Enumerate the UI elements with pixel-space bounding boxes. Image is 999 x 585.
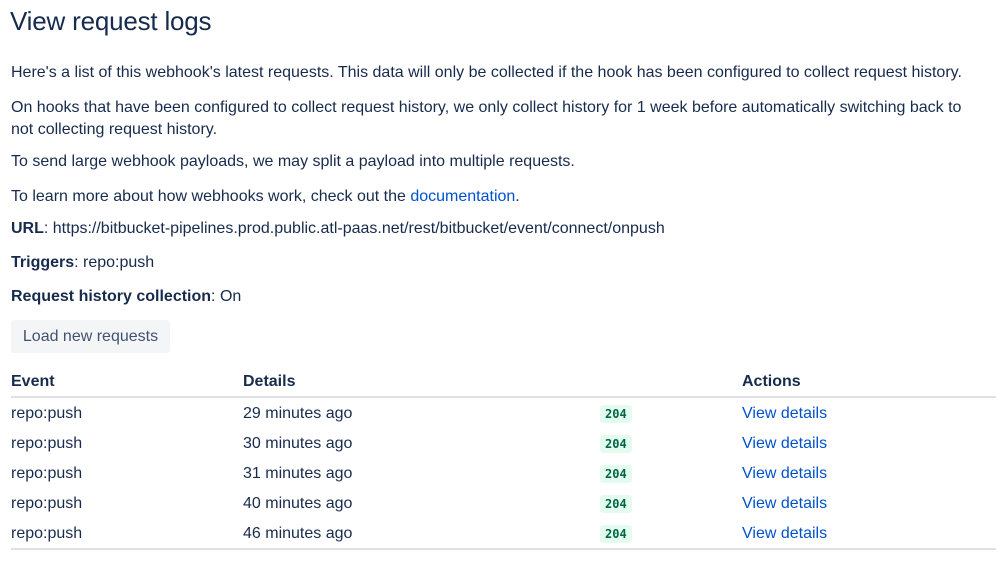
view-details-link[interactable]: View details bbox=[742, 494, 827, 514]
table-row: repo:push 31 minutes ago 204 View detail… bbox=[11, 458, 996, 488]
table-row: repo:push 30 minutes ago 204 View detail… bbox=[11, 428, 996, 458]
triggers-field: Triggers: repo:push bbox=[11, 254, 155, 271]
status-cell: 204 bbox=[600, 404, 632, 424]
table-row: repo:push 29 minutes ago 204 View detail… bbox=[11, 398, 996, 428]
table-row: repo:push 40 minutes ago 204 View detail… bbox=[11, 488, 996, 518]
status-badge: 204 bbox=[600, 495, 632, 513]
view-details-link[interactable]: View details bbox=[742, 464, 827, 484]
history-collection-field: Request history collection: On bbox=[11, 288, 242, 305]
documentation-link[interactable]: documentation bbox=[410, 188, 515, 205]
event-cell: repo:push bbox=[11, 435, 83, 452]
status-cell: 204 bbox=[600, 464, 632, 484]
history-collection-value: On bbox=[219, 288, 242, 305]
details-cell: 30 minutes ago bbox=[243, 435, 353, 452]
table-header: Event Details Actions bbox=[11, 368, 996, 398]
triggers-label: Triggers bbox=[11, 254, 75, 271]
triggers-value: repo:push bbox=[83, 254, 155, 271]
header-details: Details bbox=[243, 373, 296, 390]
event-cell: repo:push bbox=[11, 405, 83, 422]
status-badge: 204 bbox=[600, 405, 632, 423]
url-label: URL bbox=[11, 220, 44, 237]
status-badge: 204 bbox=[600, 465, 632, 483]
event-cell: repo:push bbox=[11, 525, 83, 542]
status-cell: 204 bbox=[600, 434, 632, 454]
view-details-link[interactable]: View details bbox=[742, 434, 827, 454]
details-cell: 46 minutes ago bbox=[243, 525, 353, 542]
status-badge: 204 bbox=[600, 525, 632, 543]
intro-paragraph: Here's a list of this webhook's latest r… bbox=[11, 64, 962, 81]
learn-more-text: To learn more about how webhooks work, c… bbox=[11, 188, 411, 205]
status-badge: 204 bbox=[600, 435, 632, 453]
status-cell: 204 bbox=[600, 524, 632, 544]
details-cell: 31 minutes ago bbox=[243, 465, 353, 482]
load-new-requests-button[interactable]: Load new requests bbox=[11, 320, 170, 353]
url-field: URL: https://bitbucket-pipelines.prod.pu… bbox=[11, 220, 665, 237]
view-details-link[interactable]: View details bbox=[742, 404, 827, 424]
learn-more-suffix: . bbox=[515, 188, 520, 205]
history-paragraph: On hooks that have been configured to co… bbox=[11, 99, 962, 138]
request-log-table: Event Details Actions repo:push 29 minut… bbox=[11, 368, 996, 550]
event-cell: repo:push bbox=[11, 465, 83, 482]
event-cell: repo:push bbox=[11, 495, 83, 512]
table-row: repo:push 46 minutes ago 204 View detail… bbox=[11, 518, 996, 550]
header-event: Event bbox=[11, 373, 55, 390]
details-cell: 29 minutes ago bbox=[243, 405, 353, 422]
request-logs-page: View request logs Here's a list of this … bbox=[0, 0, 999, 585]
view-details-link[interactable]: View details bbox=[742, 524, 827, 544]
learn-more-paragraph: To learn more about how webhooks work, c… bbox=[11, 187, 986, 207]
split-paragraph: To send large webhook payloads, we may s… bbox=[11, 153, 575, 170]
header-actions: Actions bbox=[742, 373, 801, 390]
status-cell: 204 bbox=[600, 494, 632, 514]
history-collection-label: Request history collection bbox=[11, 288, 212, 305]
details-cell: 40 minutes ago bbox=[243, 495, 353, 512]
url-value: https://bitbucket-pipelines.prod.public.… bbox=[52, 220, 665, 237]
page-title: View request logs bbox=[10, 6, 212, 36]
